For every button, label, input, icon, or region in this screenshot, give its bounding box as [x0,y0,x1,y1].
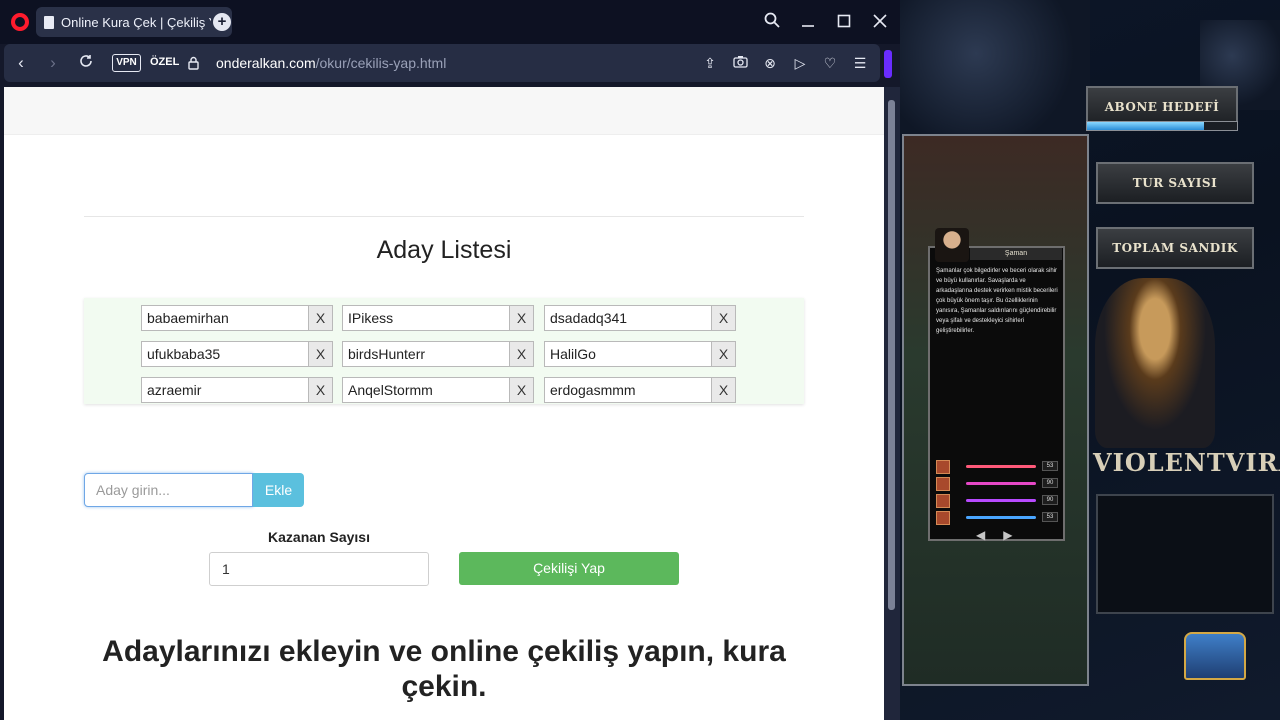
url-field[interactable]: onderalkan.com/okur/cekilis-yap.html [216,55,446,71]
total-chest-label: TOPLAM SANDIK [1096,227,1254,269]
share-icon[interactable]: ⇪ [700,53,720,73]
candidate-name: ufukbaba35 [141,341,309,367]
character-name: Şaman [970,248,1062,260]
document-icon [44,15,54,29]
subscriber-progress-fill [1087,122,1204,130]
stat-icon [936,477,950,491]
vpn-badge[interactable]: VPN [112,54,141,72]
page-viewport: Aday Listesi babaemirhan X IPikess X dsa… [4,87,884,720]
stat-icon [936,511,950,525]
candidate-input[interactable]: Aday girin... [84,473,253,507]
add-candidate-button[interactable]: Ekle [253,473,304,507]
stat-bar [966,482,1036,485]
candidate-item: dsadadq341 X [544,305,736,331]
minimize-button[interactable] [796,10,820,34]
candidate-item: birdsHunterr X [342,341,534,367]
reload-button[interactable] [75,52,97,74]
adblock-icon[interactable]: ⊗ [760,53,780,73]
stat-bar [966,499,1036,502]
round-count-label: TUR SAYISI [1096,162,1254,204]
stat-row: 90 [936,494,1061,508]
winner-count-input[interactable]: 1 [209,552,429,586]
game-overlay: ABONE HEDEFİ TUR SAYISI TOPLAM SANDIK Şa… [900,0,1280,720]
candidate-list-title: Aday Listesi [376,236,512,264]
private-badge: ÖZEL [150,56,180,68]
remove-candidate-button[interactable]: X [510,377,534,403]
scrollbar-thumb[interactable] [888,100,895,610]
character-card: Şaman Şamanlar çok bilgedirler ve beceri… [928,228,1065,542]
candidate-name: erdogasmmm [544,377,712,403]
stat-value: 90 [1042,495,1058,505]
lock-icon[interactable] [188,56,199,70]
page-headline: Adaylarınızı ekleyin ve online çekiliş y… [102,635,786,703]
heart-icon[interactable]: ♡ [820,53,840,73]
stat-bar [966,516,1036,519]
candidate-name: HalilGo [544,341,712,367]
site-header [4,87,884,135]
candidate-item: HalilGo X [544,341,736,367]
easy-setup-icon[interactable]: ☰ [850,53,870,73]
tab-bar: Online Kura Çek | Çekiliş Y + [0,0,900,44]
maximize-button[interactable] [832,10,856,34]
remove-candidate-button[interactable]: X [712,341,736,367]
candidate-name: IPikess [342,305,510,331]
candidate-item: ufukbaba35 X [141,341,333,367]
brand-logo: VIOLENTVIRA [1093,448,1280,477]
remove-candidate-button[interactable]: X [309,341,333,367]
browser-window: Online Kura Çek | Çekiliş Y + ‹ › VPN ÖZ… [0,0,900,720]
candidate-name: azraemir [141,377,309,403]
character-nav-arrows[interactable]: ◀▶ [976,528,1030,542]
remove-candidate-button[interactable]: X [309,377,333,403]
stat-row: 53 [936,511,1061,525]
candidate-list: babaemirhan X IPikess X dsadadq341 X ufu… [84,298,804,404]
new-tab-button[interactable]: + [213,13,231,31]
opera-logo-icon[interactable] [11,13,29,31]
remove-candidate-button[interactable]: X [309,305,333,331]
play-icon[interactable]: ▷ [790,53,810,73]
stat-value: 53 [1042,512,1058,522]
candidate-item: erdogasmmm X [544,377,736,403]
winner-count-label: Kazanan Sayısı [268,529,370,545]
close-window-button[interactable] [868,10,892,34]
candidate-item: azraemir X [141,377,333,403]
stat-row: 90 [936,477,1061,491]
remove-candidate-button[interactable]: X [510,341,534,367]
stat-value: 90 [1042,478,1058,488]
remove-candidate-button[interactable]: X [712,377,736,403]
decor-rock [900,0,1090,134]
candidate-item: babaemirhan X [141,305,333,331]
treasure-chest-icon [1184,632,1246,680]
character-description: Şamanlar çok bilgedirler ve beceri olara… [936,268,1058,334]
candidate-item: AnqelStormm X [342,377,534,403]
camera-icon[interactable] [730,53,750,73]
divider [84,216,804,217]
tab-active[interactable]: Online Kura Çek | Çekiliş Y [36,7,232,37]
address-bar: ‹ › VPN ÖZEL onderalkan.com/okur/cekilis… [4,44,880,82]
forward-button[interactable]: › [42,52,64,74]
candidate-name: birdsHunterr [342,341,510,367]
stat-icon [936,494,950,508]
character-portrait [935,228,969,262]
stat-bar [966,465,1036,468]
scrollbar[interactable] [884,87,900,720]
stat-row: 53 [936,460,1061,474]
tab-title: Online Kura Çek | Çekiliş Y [61,14,211,30]
remove-candidate-button[interactable]: X [712,305,736,331]
candidate-name: babaemirhan [141,305,309,331]
candidate-name: AnqelStormm [342,377,510,403]
stat-value: 53 [1042,461,1058,471]
remove-candidate-button[interactable]: X [510,305,534,331]
chest-panel [1096,494,1274,614]
stat-icon [936,460,950,474]
candidate-item: IPikess X [342,305,534,331]
candidate-name: dsadadq341 [544,305,712,331]
hero-portrait [1095,278,1215,448]
search-icon[interactable] [760,10,784,34]
back-button[interactable]: ‹ [10,52,32,74]
sidebar-toggle[interactable] [884,50,892,78]
draw-button[interactable]: Çekilişi Yap [459,552,679,585]
subscriber-progress-bar [1086,121,1238,131]
